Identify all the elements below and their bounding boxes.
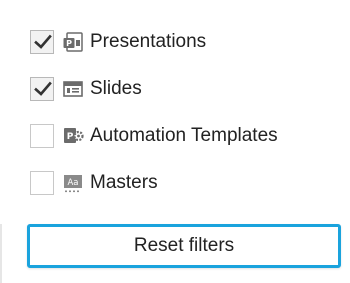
svg-text:P: P <box>67 132 74 142</box>
slides-checkbox[interactable] <box>30 77 54 101</box>
filter-option-automation-templates[interactable]: P Automation Templates <box>30 121 278 151</box>
automation-templates-checkbox[interactable] <box>30 124 54 148</box>
presentations-checkbox[interactable] <box>30 30 54 54</box>
panel-divider <box>0 224 2 283</box>
presentations-label: Presentations <box>90 31 207 52</box>
masters-label: Masters <box>90 172 158 193</box>
filter-option-presentations[interactable]: P Presentations <box>30 27 206 57</box>
svg-text:P: P <box>66 39 72 48</box>
presentation-file-icon: P <box>63 32 83 52</box>
automation-templates-label: Automation Templates <box>90 125 278 146</box>
masters-checkbox[interactable] <box>30 171 54 195</box>
filter-panel: P Presentations Slides P Automation Temp… <box>0 0 350 283</box>
checkmark-icon <box>34 81 52 96</box>
filter-option-slides[interactable]: Slides <box>30 74 142 104</box>
filter-option-masters[interactable]: Aa Masters <box>30 168 158 198</box>
slides-label: Slides <box>90 78 142 99</box>
checkmark-icon <box>34 34 52 49</box>
svg-text:Aa: Aa <box>67 178 78 188</box>
slide-icon <box>63 81 83 97</box>
reset-filters-button[interactable]: Reset filters <box>27 224 341 268</box>
master-slide-icon: Aa <box>64 175 82 193</box>
automation-template-icon: P <box>64 128 84 143</box>
